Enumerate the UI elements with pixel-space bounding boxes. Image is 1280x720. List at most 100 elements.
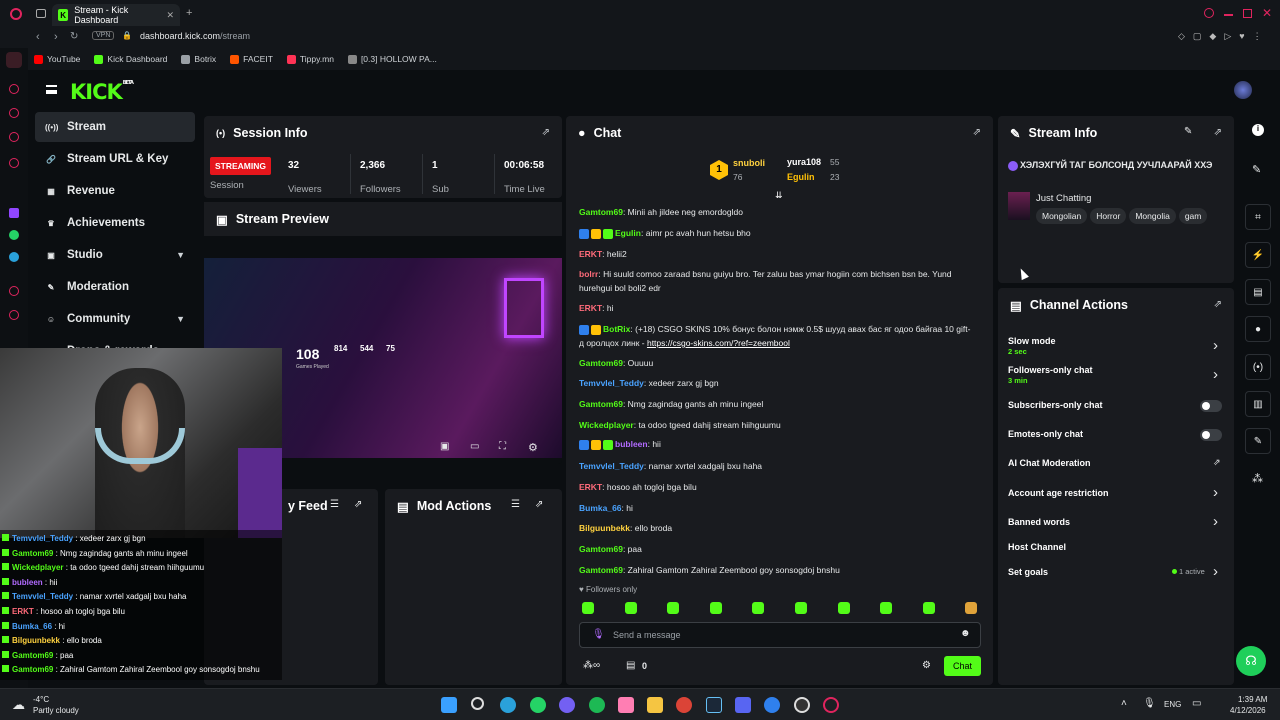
emoji-icon[interactable]: ☻ [960, 628, 971, 639]
messenger-icon[interactable] [9, 84, 19, 94]
rail-layout-icon[interactable]: ▥ [1245, 391, 1271, 417]
chat-username[interactable]: Temvvlel_Teddy [579, 378, 644, 388]
vpn-badge[interactable]: VPN [92, 31, 115, 40]
sidebar-item-community[interactable]: ☺ Community ▼ [35, 304, 195, 334]
bookmark-item[interactable]: Botrix [181, 54, 216, 64]
downloads-icon[interactable] [9, 310, 19, 320]
opera-taskbar-icon[interactable] [823, 697, 839, 713]
theater-icon[interactable]: ▭ [470, 441, 479, 452]
whatsapp-icon[interactable] [9, 230, 19, 240]
chevron-right-icon[interactable]: › [1213, 337, 1218, 354]
fullscreen-icon[interactable]: ⛶ [499, 441, 506, 452]
chevron-down-icon[interactable]: ▼ [176, 250, 185, 260]
emote-icon[interactable] [709, 602, 722, 614]
app-taskbar-icon[interactable] [764, 697, 780, 713]
sidebar-item-stream[interactable]: ((•)) Stream [35, 112, 195, 142]
chat-username[interactable]: ERKT [579, 482, 602, 492]
chat-username[interactable]: ERKT [579, 303, 602, 313]
channel-action-slow-mode[interactable]: Slow mode 2 sec [1008, 336, 1056, 356]
chat-settings-icon[interactable]: ⚙ [922, 660, 931, 671]
emote-icon[interactable] [922, 602, 935, 614]
edit-rail-icon[interactable]: ✎ [1252, 163, 1261, 176]
emote-icon[interactable] [965, 602, 978, 614]
chat-username[interactable]: Bilguunbekk [579, 523, 630, 533]
tag-pill[interactable]: Mongolian [1036, 208, 1088, 224]
category-name[interactable]: Just Chatting [1036, 193, 1091, 204]
user-avatar[interactable] [1234, 81, 1252, 99]
sidebar-item-revenue[interactable]: ▦ Revenue [35, 176, 195, 206]
flow-icon[interactable] [9, 132, 19, 142]
back-icon[interactable]: ‹ [36, 31, 40, 43]
bookmark-sidebar-icon[interactable] [9, 108, 19, 118]
chat-input[interactable]: 🎙 Send a message ☻ [579, 622, 981, 648]
chat-username[interactable]: Gamtom69 [579, 207, 623, 217]
chat-username[interactable]: BotRix [603, 324, 630, 334]
menu-icon[interactable] [46, 85, 57, 94]
telegram-taskbar-icon[interactable] [500, 697, 516, 713]
chat-username[interactable]: Wickedplayer [579, 420, 634, 430]
chevron-right-icon[interactable]: › [1213, 484, 1218, 501]
top-gifter-2-name[interactable]: yura108 [787, 157, 821, 167]
close-window-button[interactable]: ✕ [1262, 6, 1272, 20]
popout-icon[interactable]: ⇗ [1214, 299, 1222, 310]
tray-chevron-icon[interactable]: ˄ [1121, 698, 1127, 709]
top-gifter-1-name[interactable]: snuboli [733, 158, 765, 168]
info-icon[interactable]: i [1252, 124, 1264, 136]
chat-username[interactable]: Bumka_66 [579, 503, 622, 513]
bookmark-item[interactable]: YouTube [34, 54, 80, 64]
network-icon[interactable]: ▭ [1192, 698, 1201, 709]
chevron-right-icon[interactable]: › [1213, 563, 1218, 580]
forward-icon[interactable]: › [54, 31, 58, 43]
chat-username[interactable]: bubleen [615, 439, 648, 449]
gift-points-icon[interactable]: ▤ [626, 660, 635, 671]
send-chat-button[interactable]: Chat [944, 656, 981, 676]
twitch-icon[interactable] [9, 208, 19, 218]
emote-icon[interactable] [880, 602, 893, 614]
rail-notes-icon[interactable]: ▤ [1245, 279, 1271, 305]
chat-username[interactable]: ERKT [579, 249, 602, 259]
channel-action-host-channel[interactable]: Host Channel [1008, 542, 1066, 552]
emote-icon[interactable] [582, 602, 594, 614]
telegram-icon[interactable] [9, 252, 19, 262]
chat-link[interactable]: https://csgo-skins.com/?ref=zeembool [647, 338, 790, 348]
chevron-right-icon[interactable]: › [1213, 366, 1218, 383]
rail-broadcast-icon[interactable]: (•) [1245, 354, 1271, 380]
bookmark-item[interactable]: FACEIT [230, 54, 273, 64]
chat-username[interactable]: Gamtom69 [579, 544, 623, 554]
chevron-right-icon[interactable]: › [1213, 513, 1218, 530]
steam-taskbar-icon[interactable] [706, 697, 722, 713]
channel-action-banned-words[interactable]: Banned words [1008, 517, 1070, 527]
bookmark-item[interactable]: [0.3] HOLLOW PA... [347, 54, 437, 64]
explorer-taskbar-icon[interactable] [647, 697, 663, 713]
search-icon[interactable] [1204, 8, 1214, 18]
category-thumbnail[interactable] [1008, 192, 1030, 220]
settings-icon[interactable]: ⚙ [528, 441, 538, 454]
toggle-switch[interactable] [1200, 400, 1222, 412]
popout-icon[interactable]: ⇗ [1214, 127, 1222, 138]
minimize-button[interactable] [1224, 14, 1233, 16]
close-tab-icon[interactable]: ✕ [166, 10, 174, 21]
rail-wrench-icon[interactable]: ✎ [1245, 428, 1271, 454]
emote-icon[interactable] [795, 602, 807, 614]
sidebar-item-studio[interactable]: ▣ Studio ▼ [35, 240, 195, 270]
channel-action-ai-chat-moderation[interactable]: AI Chat Moderation [1008, 458, 1091, 468]
popout-icon[interactable]: ⇗ [973, 127, 981, 138]
external-link-icon[interactable]: ⇗ [1213, 457, 1221, 468]
search-taskbar-icon[interactable] [471, 697, 484, 710]
clock-time[interactable]: 1:39 AM [1238, 695, 1267, 704]
bookmark-item[interactable]: Tippy.mn [286, 54, 334, 64]
channel-action-subscribers-only-chat[interactable]: Subscribers-only chat [1008, 400, 1103, 410]
chat-username[interactable]: Temvvlel_Teddy [579, 461, 644, 471]
opera-logo-icon[interactable] [10, 8, 22, 20]
filter-icon[interactable]: ☰ [511, 499, 520, 510]
edit-icon[interactable]: ✎ [1184, 126, 1192, 137]
music-icon[interactable] [9, 158, 19, 168]
top-gifter-3-name[interactable]: Egulin [787, 172, 815, 182]
new-tab-button[interactable]: + [186, 7, 192, 19]
scroll-down-icon[interactable]: ⇊ [775, 190, 783, 201]
history-icon[interactable] [9, 286, 19, 296]
whatsapp-taskbar-icon[interactable] [530, 697, 546, 713]
reload-icon[interactable]: ↻ [70, 31, 78, 42]
rail-qr-icon[interactable]: ⌗ [1245, 204, 1271, 230]
users-icon[interactable]: ⁂∞ [583, 660, 600, 671]
